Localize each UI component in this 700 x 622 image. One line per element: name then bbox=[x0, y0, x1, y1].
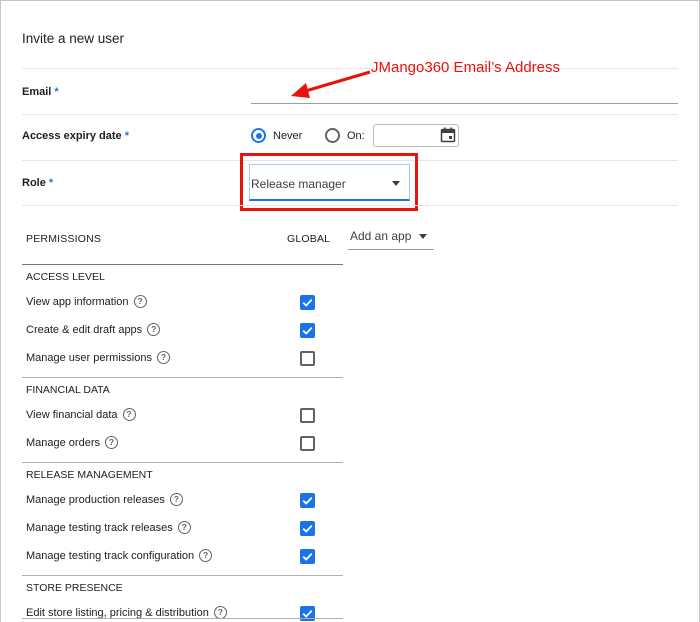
role-select-value: Release manager bbox=[251, 177, 346, 191]
help-icon[interactable]: ? bbox=[105, 436, 118, 449]
chevron-down-icon[interactable] bbox=[419, 234, 427, 239]
calendar-icon[interactable] bbox=[440, 127, 456, 143]
divider bbox=[22, 114, 678, 115]
permission-row: Manage orders? bbox=[26, 436, 118, 449]
permission-checkbox[interactable] bbox=[300, 351, 315, 366]
permission-label: Manage testing track releases bbox=[26, 521, 173, 534]
permission-row: Manage production releases? bbox=[26, 493, 183, 506]
expiry-never-label: Never bbox=[273, 130, 303, 142]
help-icon[interactable]: ? bbox=[147, 323, 161, 336]
help-icon[interactable]: ? bbox=[156, 351, 170, 364]
role-label: Role * bbox=[22, 177, 54, 189]
help-icon[interactable]: ? bbox=[177, 521, 191, 534]
permission-checkbox[interactable] bbox=[300, 436, 315, 451]
email-input[interactable] bbox=[251, 103, 678, 104]
global-header: GLOBAL bbox=[287, 233, 331, 245]
help-icon[interactable]: ? bbox=[122, 408, 136, 421]
permission-checkbox[interactable] bbox=[300, 493, 315, 508]
chevron-down-icon[interactable] bbox=[392, 181, 400, 186]
help-icon[interactable]: ? bbox=[199, 549, 213, 562]
section-title: STORE PRESENCE bbox=[26, 582, 123, 594]
permission-row: Manage testing track releases? bbox=[26, 521, 191, 534]
email-label: Email * bbox=[22, 86, 59, 98]
expiry-on-radio[interactable] bbox=[325, 128, 340, 143]
permission-row: View financial data? bbox=[26, 408, 136, 421]
permission-label: View financial data bbox=[26, 408, 118, 421]
access-expiry-label: Access expiry date * bbox=[22, 130, 130, 142]
section-title: ACCESS LEVEL bbox=[26, 271, 105, 283]
dialog-title: Invite a new user bbox=[22, 31, 125, 46]
help-icon[interactable]: ? bbox=[169, 493, 183, 506]
section-divider bbox=[22, 264, 343, 265]
section-title: RELEASE MANAGEMENT bbox=[26, 469, 153, 481]
permission-label: Manage testing track configuration bbox=[26, 549, 195, 562]
permission-checkbox[interactable] bbox=[300, 521, 315, 536]
permission-row: Manage user permissions? bbox=[26, 351, 170, 364]
permission-label: View app information bbox=[26, 295, 129, 308]
expiry-on-label: On: bbox=[347, 130, 365, 142]
permission-checkbox[interactable] bbox=[300, 408, 315, 423]
permission-row: Manage testing track configuration? bbox=[26, 549, 213, 562]
annotation-arrow-icon bbox=[291, 70, 371, 98]
permission-row: View app information? bbox=[26, 295, 147, 308]
expiry-never-radio[interactable] bbox=[251, 128, 266, 143]
permissions-header: PERMISSIONS bbox=[26, 233, 102, 245]
add-app-underline bbox=[348, 249, 434, 250]
section-title: FINANCIAL DATA bbox=[26, 384, 110, 396]
permission-label: Manage orders bbox=[26, 436, 100, 449]
permission-checkbox[interactable] bbox=[300, 323, 315, 338]
section-divider bbox=[22, 575, 343, 576]
section-divider bbox=[22, 462, 343, 463]
permission-label: Manage production releases bbox=[26, 493, 165, 506]
add-app-select[interactable]: Add an app bbox=[350, 229, 411, 243]
permission-checkbox[interactable] bbox=[300, 295, 315, 310]
permission-label: Manage user permissions bbox=[26, 351, 152, 364]
divider bbox=[22, 205, 678, 206]
section-divider bbox=[22, 377, 343, 378]
annotation-text: JMango360 Email’s Address bbox=[371, 59, 560, 76]
permission-label: Edit store listing, pricing & distributi… bbox=[26, 606, 209, 619]
help-icon[interactable]: ? bbox=[133, 295, 147, 308]
section-divider bbox=[22, 618, 343, 619]
permission-row: Create & edit draft apps? bbox=[26, 323, 161, 336]
permission-label: Create & edit draft apps bbox=[26, 323, 143, 336]
permission-checkbox[interactable] bbox=[300, 549, 315, 564]
